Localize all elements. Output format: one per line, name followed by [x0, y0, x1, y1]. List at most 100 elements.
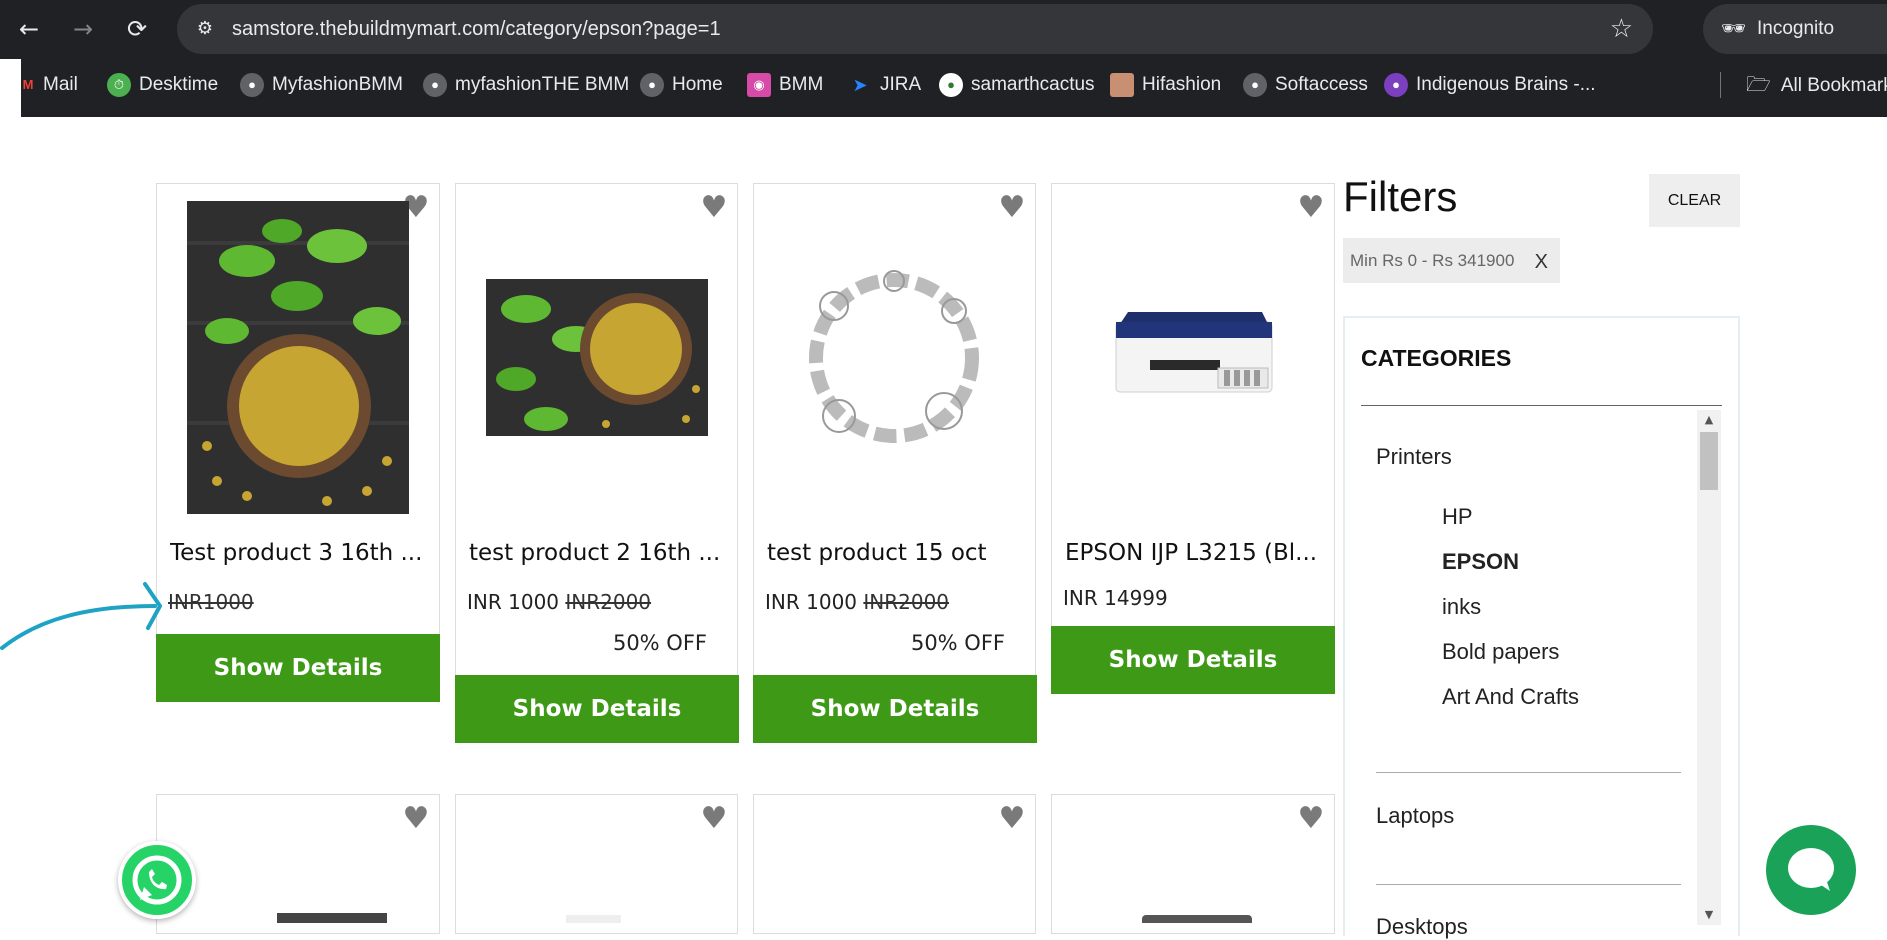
categories-divider	[1361, 405, 1722, 406]
bookmark-samarthcactus[interactable]: ● samarthcactus	[939, 69, 1095, 101]
wishlist-heart-icon[interactable]: ♥	[1296, 804, 1326, 834]
site-settings-icon[interactable]: ⚙	[193, 17, 217, 41]
product-image[interactable]	[794, 261, 994, 456]
product-card[interactable]: ♥ test product 2 16th ... INR 1000 INR20…	[455, 183, 739, 743]
bookmark-label: JIRA	[880, 74, 922, 95]
wishlist-heart-icon[interactable]: ♥	[699, 804, 729, 834]
clear-filters-button[interactable]: CLEAR	[1649, 174, 1740, 227]
desktime-icon: ⏱	[107, 72, 131, 97]
url-text[interactable]: samstore.thebuildmymart.com/category/eps…	[232, 4, 721, 54]
product-name[interactable]: test product 15 oct	[767, 540, 1027, 566]
product-card[interactable]: ♥ EPSON IJP L3215 (Bl... INR 14999 Show …	[1051, 183, 1335, 694]
bookmark-desktime[interactable]: ⏱ Desktime	[107, 69, 218, 101]
bookmark-label: BMM	[779, 74, 824, 95]
wishlist-heart-icon[interactable]: ♥	[401, 804, 431, 834]
bookmark-myfashionthebmm[interactable]: ● myfashionTHE BMM	[423, 69, 629, 101]
product-image[interactable]	[1142, 915, 1252, 923]
product-image[interactable]	[1114, 310, 1274, 402]
bookmark-hifashion[interactable]: Hifashion	[1110, 69, 1221, 101]
product-name[interactable]: Test product 3 16th ...	[170, 540, 430, 566]
chat-button[interactable]	[1766, 825, 1856, 915]
bookmark-myfashionbmm[interactable]: ● MyfashionBMM	[240, 69, 403, 101]
bookmark-jira[interactable]: ➤ JIRA	[848, 69, 921, 101]
wishlist-heart-icon[interactable]: ♥	[1296, 193, 1326, 223]
filters-title: Filters	[1343, 173, 1458, 220]
bmm-icon: ◉	[747, 72, 771, 97]
show-details-button[interactable]: Show Details	[455, 675, 739, 743]
wishlist-heart-icon[interactable]: ♥	[997, 804, 1027, 834]
discount-label: 50% OFF	[910, 631, 1005, 655]
bookmark-label: Softaccess	[1275, 74, 1368, 95]
indigenous-icon: ●	[1384, 72, 1408, 97]
product-card[interactable]: ♥ test product 15 oct INR 1000 INR2000 5…	[753, 183, 1037, 743]
product-name[interactable]: test product 2 16th ...	[469, 540, 729, 566]
product-mrp: INR2000	[863, 590, 950, 614]
subcategory-art-and-crafts[interactable]: Art And Crafts	[1442, 684, 1579, 710]
whatsapp-icon	[132, 855, 182, 905]
product-mrp: INR1000	[168, 590, 254, 614]
product-sale-price: INR 1000	[765, 590, 858, 614]
bookmark-label: Indigenous Brains -...	[1416, 74, 1596, 95]
scrollbar-thumb[interactable]	[1700, 432, 1718, 490]
gmail-icon: M	[22, 76, 34, 92]
scroll-up-arrow-icon[interactable]: ▲	[1697, 410, 1721, 430]
product-card[interactable]: ♥	[156, 794, 440, 934]
bookmark-label: Home	[672, 74, 723, 95]
incognito-label: Incognito	[1757, 18, 1835, 39]
bookmark-indigenous[interactable]: ● Indigenous Brains -...	[1384, 69, 1596, 101]
wishlist-heart-icon[interactable]: ♥	[699, 193, 729, 223]
globe-icon: ●	[423, 72, 447, 97]
product-sale-price: INR 1000	[467, 590, 560, 614]
whatsapp-button[interactable]	[118, 841, 196, 919]
product-card[interactable]: ♥ Test product 3 16th ... INR1000 Show D…	[156, 183, 440, 702]
subcategory-epson[interactable]: EPSON	[1442, 549, 1519, 575]
product-image[interactable]	[187, 201, 409, 514]
product-price: INR 1000 INR2000	[467, 590, 651, 614]
bookmark-label: samarthcactus	[971, 74, 1095, 95]
hifashion-icon	[1110, 72, 1134, 97]
show-details-button[interactable]: Show Details	[753, 675, 1037, 743]
show-details-button[interactable]: Show Details	[1051, 626, 1335, 694]
folder-icon: 🗁	[1746, 74, 1771, 96]
bookmarks-divider	[1720, 72, 1721, 98]
price-filter-chip: Min Rs 0 - Rs 341900 X	[1343, 238, 1560, 283]
category-laptops[interactable]: Laptops	[1376, 803, 1454, 829]
product-card[interactable]: ♥	[753, 794, 1036, 934]
bookmark-label: Desktime	[139, 74, 219, 95]
category-printers[interactable]: Printers	[1376, 444, 1452, 470]
product-card[interactable]: ♥	[1051, 794, 1335, 934]
subcategory-hp[interactable]: HP	[1442, 504, 1473, 530]
product-price: INR 14999	[1063, 586, 1168, 610]
incognito-badge[interactable]: 🕶 Incognito	[1703, 4, 1887, 54]
all-bookmarks[interactable]: 🗁 All Bookmarks	[1746, 69, 1887, 101]
subcategory-bold-papers[interactable]: Bold papers	[1442, 639, 1559, 665]
bookmark-bmm[interactable]: ◉ BMM	[747, 69, 823, 101]
bookmark-label: myfashionTHE BMM	[455, 74, 630, 95]
chat-bubble-icon	[1788, 848, 1834, 891]
product-name[interactable]: EPSON IJP L3215 (Bl...	[1065, 540, 1325, 566]
product-mrp: INR2000	[565, 590, 652, 614]
annotation-arrow	[0, 582, 162, 650]
cactus-icon: ●	[939, 72, 963, 97]
bookmark-home[interactable]: ● Home	[640, 69, 723, 101]
bookmark-softaccess[interactable]: ● Softaccess	[1243, 69, 1368, 101]
product-card[interactable]: ♥	[455, 794, 738, 934]
show-details-button[interactable]: Show Details	[156, 634, 440, 702]
bookmark-star-icon[interactable]: ☆	[1610, 14, 1633, 44]
product-image[interactable]	[566, 915, 621, 923]
product-image[interactable]	[486, 279, 708, 436]
address-bar[interactable]: ⚙ samstore.thebuildmymart.com/category/e…	[177, 4, 1653, 54]
scroll-down-arrow-icon[interactable]: ▼	[1697, 905, 1721, 925]
remove-chip-button[interactable]: X	[1535, 240, 1548, 285]
reload-icon[interactable]: ⟳	[122, 14, 152, 44]
category-desktops[interactable]: Desktops	[1376, 914, 1468, 940]
subcategory-inks[interactable]: inks	[1442, 594, 1481, 620]
forward-icon[interactable]: →	[68, 14, 98, 44]
product-price: INR 1000 INR2000	[765, 590, 949, 614]
incognito-icon: 🕶	[1721, 18, 1747, 40]
bookmark-mail[interactable]: M Mail	[21, 69, 78, 101]
back-icon[interactable]: ←	[14, 14, 44, 44]
wishlist-heart-icon[interactable]: ♥	[997, 193, 1027, 223]
bookmark-label: Hifashion	[1142, 74, 1222, 95]
product-image[interactable]	[277, 913, 387, 923]
